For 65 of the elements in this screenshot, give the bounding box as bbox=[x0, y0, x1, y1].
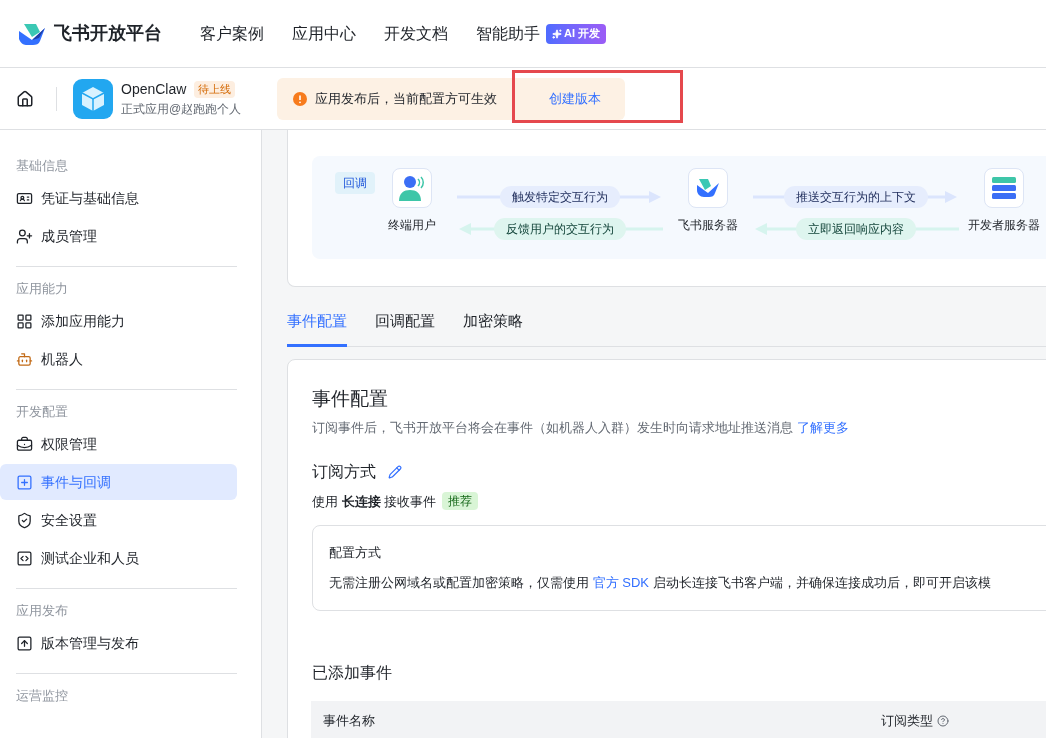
sidebar-section-title: 应用能力 bbox=[16, 280, 69, 298]
plus-square-icon bbox=[16, 473, 33, 491]
sidebar-section-title: 基础信息 bbox=[16, 157, 69, 175]
edit-icon[interactable] bbox=[388, 464, 402, 479]
logo-icon bbox=[18, 21, 46, 46]
flow-label: 推送交互行为的上下文 bbox=[784, 186, 928, 208]
recommend-tag: 推荐 bbox=[442, 492, 479, 511]
column-header: 订阅类型 bbox=[881, 712, 933, 731]
sidebar-section-title: 应用发布 bbox=[16, 602, 69, 620]
subscribe-method: 使用 长连接 接收事件 bbox=[312, 492, 437, 511]
user-icon bbox=[397, 173, 427, 203]
sidebar-section-title: 开发配置 bbox=[16, 403, 69, 421]
nav-link[interactable]: 智能助手 AI 开发 bbox=[476, 21, 607, 46]
sidebar-item[interactable]: 事件与回调 bbox=[0, 464, 237, 500]
ai-badge: AI 开发 bbox=[546, 23, 607, 44]
section-title: 事件配置 bbox=[312, 387, 389, 411]
learn-more-link[interactable]: 了解更多 bbox=[796, 420, 849, 435]
flow-label: 反馈用户的交互行为 bbox=[494, 218, 626, 240]
node-label: 终端用户 bbox=[388, 217, 436, 234]
subsection-title: 已添加事件 bbox=[312, 663, 393, 683]
user-plus-icon bbox=[16, 227, 33, 245]
node-label: 飞书服务器 bbox=[678, 217, 738, 234]
brand-name: 飞书开放平台 bbox=[54, 22, 162, 45]
sidebar-item[interactable]: 权限管理 bbox=[0, 426, 237, 462]
bird-logo-icon bbox=[696, 177, 720, 199]
sdk-link[interactable]: 官方 SDK bbox=[592, 574, 649, 590]
warning-icon bbox=[293, 91, 307, 106]
callback-tag: 回调 bbox=[335, 172, 375, 194]
sidebar-item[interactable]: 版本管理与发布 bbox=[0, 625, 237, 661]
shield-icon bbox=[16, 511, 33, 529]
config-box-title: 配置方式 bbox=[329, 544, 382, 562]
briefcase-icon bbox=[16, 435, 33, 453]
create-version-link[interactable]: 创建版本 bbox=[549, 88, 601, 109]
flow-label: 触发特定交互行为 bbox=[500, 186, 620, 208]
flow-label: 立即返回响应内容 bbox=[796, 218, 916, 240]
sidebar-item[interactable]: 测试企业和人员 bbox=[0, 540, 237, 576]
sidebar-item[interactable]: 安全设置 bbox=[0, 502, 237, 538]
app-icon bbox=[73, 78, 113, 119]
nav-link[interactable]: 客户案例 bbox=[200, 21, 264, 46]
tab[interactable]: 事件配置 bbox=[287, 310, 347, 347]
section-description: 订阅事件后，飞书开放平台将会在事件（如机器人入群）发生时向请求地址推送消息 了解更多 bbox=[312, 419, 850, 437]
sidebar-section-title: 运营监控 bbox=[16, 687, 69, 705]
tab[interactable]: 回调配置 bbox=[375, 310, 435, 347]
app-subtitle: 正式应用@赵跑跑个人 bbox=[121, 101, 243, 118]
subsection-title: 订阅方式 bbox=[312, 461, 376, 482]
robot-icon bbox=[16, 350, 33, 368]
code-icon bbox=[16, 549, 33, 567]
server-icon bbox=[991, 175, 1017, 201]
sidebar-item[interactable]: 机器人 bbox=[0, 341, 237, 377]
nav-link[interactable]: 开发文档 bbox=[384, 21, 448, 46]
config-box-text: 无需注册公网域名或配置加密策略，仅需使用 官方 SDK 启动长连接飞书客户端，并确保连接成功后，即可开启该模 bbox=[329, 573, 992, 592]
sidebar-item[interactable]: 成员管理 bbox=[0, 218, 237, 254]
nav-link[interactable]: 应用中心 bbox=[292, 21, 356, 46]
column-header: 事件名称 bbox=[322, 712, 376, 731]
grid-icon bbox=[16, 312, 33, 330]
sidebar-item[interactable]: 添加应用能力 bbox=[0, 303, 237, 339]
help-icon[interactable] bbox=[937, 715, 949, 727]
alert-text: 应用发布后，当前配置方可生效 bbox=[315, 89, 497, 108]
status-tag: 待上线 bbox=[194, 81, 236, 98]
sidebar-item[interactable]: 凭证与基础信息 bbox=[0, 180, 237, 216]
app-name: OpenClaw bbox=[121, 80, 187, 99]
home-icon[interactable] bbox=[16, 89, 34, 108]
tab[interactable]: 加密策略 bbox=[463, 310, 523, 347]
upload-icon bbox=[16, 634, 33, 652]
node-label: 开发者服务器 bbox=[968, 217, 1040, 234]
